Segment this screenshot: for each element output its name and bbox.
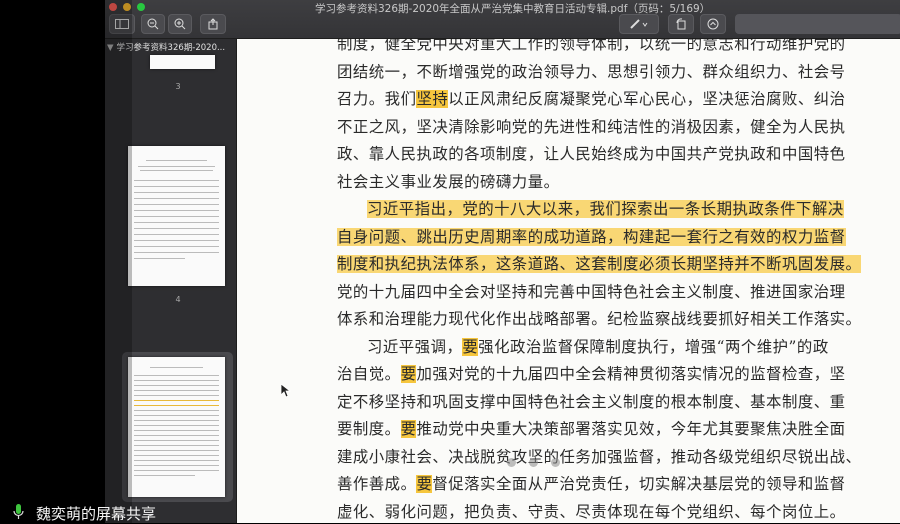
zoom-out-icon bbox=[147, 18, 159, 30]
zoom-in-icon bbox=[174, 18, 186, 30]
rotate-button[interactable] bbox=[668, 14, 694, 34]
annotate-button[interactable] bbox=[700, 14, 726, 34]
doc-line: 虚化、弱化问题，把负责、守责、尽责体现在每个党组织、每个岗位上。 bbox=[337, 502, 846, 521]
mouse-cursor-icon bbox=[281, 384, 291, 398]
doc-line: 不正之风，坚决清除影响党的先进性和纯洁性的消极因素，健全为人民执 bbox=[337, 117, 846, 136]
page-thumbnail-previous[interactable] bbox=[150, 55, 215, 69]
doc-line: 建成小康社会、决战脱贫攻坚的任务加强监督，推动各级党组织尽锐出战、 bbox=[337, 447, 862, 466]
page-dot[interactable] bbox=[507, 458, 516, 467]
doc-line: 习近平强调，要强化政治监督保障制度执行，增强“两个维护”的政 bbox=[337, 334, 828, 362]
doc-line: 体系和治理能力现代化作出战略部署。纪检监察战线要抓好相关工作落实。 bbox=[337, 310, 862, 328]
title-bar: 学习参考资料326期-2020年全面从严治党集中教育日活动专辑.pdf（页码：5… bbox=[105, 0, 900, 39]
zoom-out-button[interactable] bbox=[141, 14, 165, 34]
page-number-4: 4 bbox=[175, 295, 181, 304]
doc-line-segment: 以正风肃纪反腐凝聚党心军心民心，坚决惩治腐败、纠治 bbox=[448, 90, 846, 108]
doc-line-segment: 治自觉。 bbox=[337, 365, 401, 383]
page-dot[interactable] bbox=[551, 458, 560, 467]
markup-button[interactable] bbox=[619, 14, 659, 34]
highlighted-sentence: 习近平指出，党的十八大以来，我们探索出一条长期执政条件下解决 bbox=[367, 200, 844, 218]
doc-line-segment: 推动党中央重大决策部署落实见效，今年尤其要聚焦决胜全面 bbox=[416, 420, 846, 438]
page-indicator-dots bbox=[507, 452, 573, 471]
doc-line-highlighted: 自身问题、跳出历史周期率的成功道路，构建起一套行之有效的权力监督 bbox=[337, 224, 846, 252]
doc-line: 政、靠人民执政的各项制度，让人民始终成为中国共产党执政和中国特色 bbox=[337, 145, 846, 163]
document-text-body: 制度，健全党中央对重大工作的领导体制，以统一的意志和行动维护党的 团结统一，不断… bbox=[337, 39, 862, 523]
screen-share-label: 魏奕萌的屏幕共享 bbox=[36, 505, 157, 523]
doc-line-segment: 强化政治监督保障制度执行，增强“两个维护”的政 bbox=[478, 337, 829, 356]
share-button[interactable] bbox=[200, 14, 226, 34]
page-thumbnail-4[interactable] bbox=[128, 146, 225, 286]
pdf-viewer-window: 学习参考资料326期-2020年全面从严治党集中教育日活动专辑.pdf（页码：5… bbox=[105, 0, 900, 523]
doc-line: 社会主义事业发展的磅礴力量。 bbox=[337, 172, 560, 191]
doc-line-segment: 加强对党的十九届四中全会精神贯彻落实情况的监督检查，坚 bbox=[416, 365, 846, 383]
doc-line-segment: 要制度。 bbox=[337, 420, 401, 438]
page-number-3: 3 bbox=[175, 82, 181, 91]
markup-pen-icon bbox=[630, 19, 648, 29]
doc-line-segment: 召力。我们 bbox=[337, 90, 417, 108]
zoom-in-button[interactable] bbox=[168, 14, 192, 34]
search-field[interactable] bbox=[735, 14, 900, 34]
doc-line-highlighted: 习近平指出，党的十八大以来，我们探索出一条长期执政条件下解决 bbox=[337, 196, 844, 224]
annotate-icon bbox=[707, 18, 719, 30]
doc-line-highlighted: 制度和执纪执法体系，这条道路、这套制度必须长期坚持并不断巩固发展。 bbox=[337, 251, 862, 279]
page-dot[interactable] bbox=[529, 458, 538, 467]
doc-line: 要制度。要推动党中央重大决策部署落实见效，今年尤其要聚焦决胜全面 bbox=[337, 416, 845, 444]
doc-line-segment: 习近平强调， bbox=[367, 337, 463, 356]
doc-line: 治自觉。要加强对党的十九届四中全会精神贯彻落实情况的监督检查，坚 bbox=[337, 361, 845, 389]
rotate-icon bbox=[676, 18, 686, 30]
highlighted-sentence: 制度和执纪执法体系，这条道路、这套制度必须长期坚持并不断巩固发展。 bbox=[337, 255, 862, 273]
highlighted-word: 要 bbox=[400, 420, 417, 438]
doc-line: 党的十九届四中全会对坚持和完善中国特色社会主义制度、推进国家治理 bbox=[337, 282, 846, 301]
doc-line: 制度，健全党中央对重大工作的领导体制，以统一的意志和行动维护党的 bbox=[337, 39, 846, 53]
doc-line: 团结统一，不断增强党的政治领导力、思想引领力、群众组织力、社会号 bbox=[337, 62, 846, 81]
share-icon bbox=[208, 18, 218, 30]
doc-line-segment: 善作善成。 bbox=[337, 475, 417, 493]
doc-line: 善作善成。要督促落实全面从严治党责任，切实解决基层党的领导和监督 bbox=[337, 471, 845, 499]
highlighted-word: 要 bbox=[400, 365, 417, 383]
doc-line: 召力。我们坚持以正风肃纪反腐凝聚党心军心民心，坚决惩治腐败、纠治 bbox=[337, 86, 845, 114]
document-page[interactable]: 制度，健全党中央对重大工作的领导体制，以统一的意志和行动维护党的 团结统一，不断… bbox=[237, 39, 900, 523]
page-thumbnail-5[interactable] bbox=[128, 357, 225, 497]
highlighted-word: 要 bbox=[462, 337, 479, 356]
sidebar-heading-label: 学习参考资料326期-2020... bbox=[116, 43, 226, 53]
doc-line-segment: 督促落实全面从严治党责任，切实解决基层党的领导和监督 bbox=[432, 475, 846, 493]
highlighted-sentence: 自身问题、跳出历史周期率的成功道路，构建起一套行之有效的权力监督 bbox=[337, 227, 846, 246]
highlighted-word: 坚持 bbox=[416, 90, 449, 108]
zoom-window-button[interactable] bbox=[137, 3, 145, 11]
highlighted-word: 要 bbox=[416, 475, 433, 493]
screen-share-dim-region bbox=[0, 0, 132, 523]
microphone-icon bbox=[13, 504, 24, 519]
doc-line: 定不移坚持和巩固支撑中国特色社会主义制度的根本制度、基本制度、重 bbox=[337, 392, 846, 411]
